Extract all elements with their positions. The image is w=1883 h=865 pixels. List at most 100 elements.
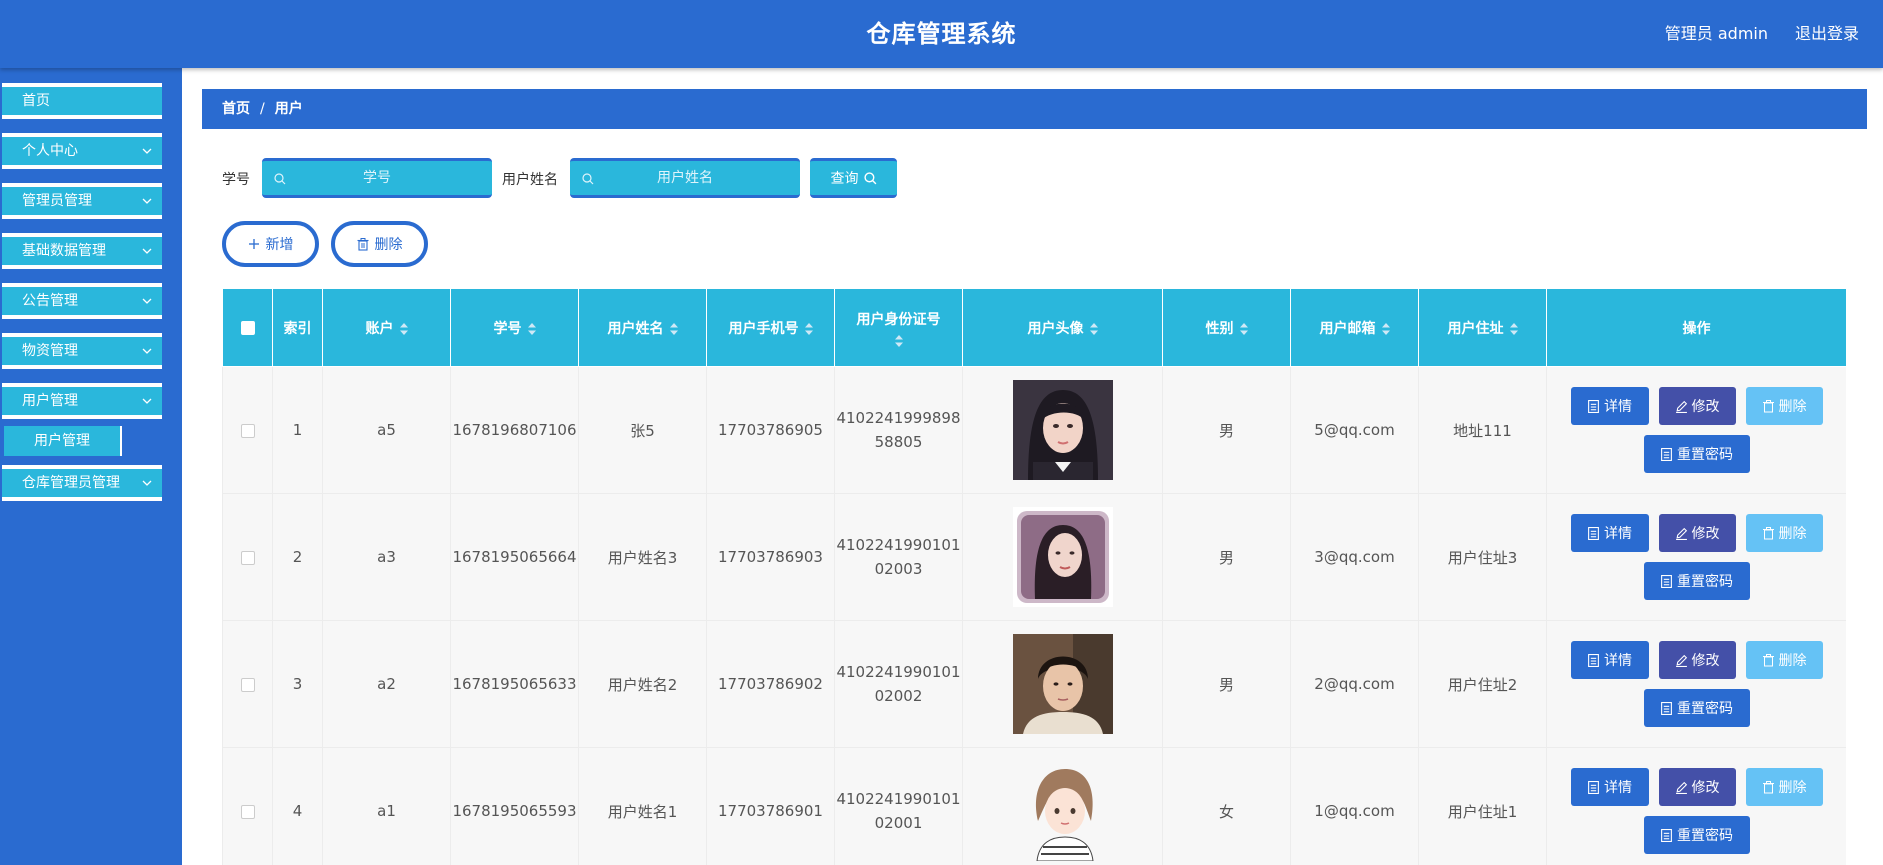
breadcrumb-home[interactable]: 首页 xyxy=(222,101,250,117)
detail-button[interactable]: 详情 xyxy=(1570,768,1649,806)
header-account[interactable]: 账户 xyxy=(322,288,451,367)
row-checkbox[interactable] xyxy=(240,550,255,565)
sidebar-item-notice[interactable]: 公告管理 xyxy=(2,283,162,319)
row-checkbox[interactable] xyxy=(240,804,255,819)
current-user-label: 管理员 admin xyxy=(1664,24,1768,43)
row-select-cell xyxy=(222,747,273,865)
trash-icon xyxy=(357,237,368,251)
header-address[interactable]: 用户住址 xyxy=(1418,288,1547,367)
row-checkbox[interactable] xyxy=(240,677,255,692)
add-button[interactable]: 新增 xyxy=(222,221,319,267)
sidebar-item-basic-data[interactable]: 基础数据管理 xyxy=(2,233,162,269)
detail-button[interactable]: 详情 xyxy=(1570,514,1649,552)
header-label: 用户邮箱 xyxy=(1319,320,1376,337)
edit-button[interactable]: 修改 xyxy=(1658,387,1736,425)
header-name[interactable]: 用户姓名 xyxy=(578,288,707,367)
row-checkbox[interactable] xyxy=(240,423,255,438)
chevron-down-icon xyxy=(142,298,152,304)
header-student-no[interactable]: 学号 xyxy=(450,288,579,367)
user-avatar-image[interactable] xyxy=(1012,507,1113,607)
cell-actions: 详情 修改 删除 重置密码 xyxy=(1546,366,1846,494)
delete-selected-button[interactable]: 删除 xyxy=(331,221,428,267)
sidebar-item-users[interactable]: 用户管理 xyxy=(2,383,162,419)
top-header: 仓库管理系统 管理员 admin 退出登录 xyxy=(0,0,1883,68)
detail-button-label: 详情 xyxy=(1604,526,1632,542)
cell-account: a1 xyxy=(322,747,451,865)
edit-button[interactable]: 修改 xyxy=(1658,514,1736,552)
header-label: 用户身份证号 xyxy=(856,311,941,328)
row-delete-button-label: 删除 xyxy=(1778,399,1807,415)
user-avatar-image[interactable] xyxy=(1012,634,1113,734)
header-phone[interactable]: 用户手机号 xyxy=(706,288,835,367)
cell-actions: 详情 修改 删除 重置密码 xyxy=(1546,493,1846,621)
cell-address: 地址111 xyxy=(1418,366,1547,494)
sidebar-item-label: 用户管理 xyxy=(22,393,78,409)
row-select-cell xyxy=(222,366,273,494)
add-button-label: 新增 xyxy=(265,237,294,253)
cell-email: 2@qq.com xyxy=(1290,620,1419,748)
trash-icon xyxy=(1762,653,1774,666)
user-avatar-image[interactable] xyxy=(1012,380,1113,480)
row-delete-button-label: 删除 xyxy=(1778,780,1807,796)
app-title: 仓库管理系统 xyxy=(866,20,1017,48)
reset-password-button[interactable]: 重置密码 xyxy=(1643,562,1750,600)
document-icon xyxy=(1661,701,1672,715)
sort-icon xyxy=(669,322,678,335)
edit-button-label: 修改 xyxy=(1691,526,1720,542)
trash-icon xyxy=(1762,399,1774,412)
sidebar-item-personal-center[interactable]: 个人中心 xyxy=(2,133,162,169)
student-no-input[interactable] xyxy=(262,161,492,195)
cell-phone: 17703786903 xyxy=(706,493,835,621)
sort-icon xyxy=(1239,322,1248,335)
sidebar-item-label: 管理员管理 xyxy=(22,193,92,209)
cell-avatar xyxy=(962,366,1163,494)
detail-button[interactable]: 详情 xyxy=(1570,641,1649,679)
query-button[interactable]: 查询 xyxy=(810,158,897,198)
logout-link[interactable]: 退出登录 xyxy=(1795,20,1859,44)
cell-account: a5 xyxy=(322,366,451,494)
detail-button-label: 详情 xyxy=(1604,780,1632,796)
sidebar-item-warehouse-admins[interactable]: 仓库管理员管理 xyxy=(2,465,162,501)
edit-button-label: 修改 xyxy=(1691,399,1720,415)
sidebar-item-home[interactable]: 首页 xyxy=(2,83,162,119)
cell-student-no: 1678196807106 xyxy=(450,366,579,494)
sidebar-item-label: 仓库管理员管理 xyxy=(22,475,120,491)
detail-button-label: 详情 xyxy=(1604,653,1632,669)
reset-password-button[interactable]: 重置密码 xyxy=(1643,689,1750,727)
cell-name: 用户姓名2 xyxy=(578,620,707,748)
select-all-checkbox[interactable] xyxy=(240,320,255,335)
cell-gender: 男 xyxy=(1162,620,1291,748)
cell-avatar xyxy=(962,747,1163,865)
sort-icon xyxy=(399,322,408,335)
pencil-icon xyxy=(1675,400,1687,413)
plus-icon xyxy=(248,239,259,249)
detail-button[interactable]: 详情 xyxy=(1570,387,1649,425)
reset-password-button[interactable]: 重置密码 xyxy=(1643,435,1750,473)
row-delete-button[interactable]: 删除 xyxy=(1745,768,1823,806)
student-no-label: 学号 xyxy=(222,172,250,188)
table-row: 3 a2 1678195065633 用户姓名2 17703786902 410… xyxy=(222,620,1846,748)
row-delete-button[interactable]: 删除 xyxy=(1745,387,1823,425)
sidebar-item-admin-management[interactable]: 管理员管理 xyxy=(2,183,162,219)
chevron-down-icon xyxy=(142,198,152,204)
header-label: 学号 xyxy=(493,320,522,337)
table-row: 2 a3 1678195065664 用户姓名3 17703786903 410… xyxy=(222,493,1846,621)
row-delete-button-label: 删除 xyxy=(1778,526,1807,542)
cell-student-no: 1678195065664 xyxy=(450,493,579,621)
chevron-down-icon xyxy=(142,348,152,354)
header-avatar[interactable]: 用户头像 xyxy=(962,288,1163,367)
sort-icon xyxy=(1509,322,1518,335)
edit-button[interactable]: 修改 xyxy=(1658,768,1736,806)
row-delete-button[interactable]: 删除 xyxy=(1745,514,1823,552)
user-avatar-image[interactable] xyxy=(1012,761,1113,861)
cell-gender: 男 xyxy=(1162,493,1291,621)
username-input[interactable] xyxy=(570,161,800,195)
sidebar-subitem-user-management[interactable]: 用户管理 xyxy=(4,426,122,456)
edit-button[interactable]: 修改 xyxy=(1658,641,1736,679)
header-email[interactable]: 用户邮箱 xyxy=(1290,288,1419,367)
header-id-card[interactable]: 用户身份证号 xyxy=(834,288,963,367)
row-delete-button[interactable]: 删除 xyxy=(1745,641,1823,679)
sidebar-item-materials[interactable]: 物资管理 xyxy=(2,333,162,369)
reset-password-button[interactable]: 重置密码 xyxy=(1643,816,1750,854)
header-gender[interactable]: 性别 xyxy=(1162,288,1291,367)
